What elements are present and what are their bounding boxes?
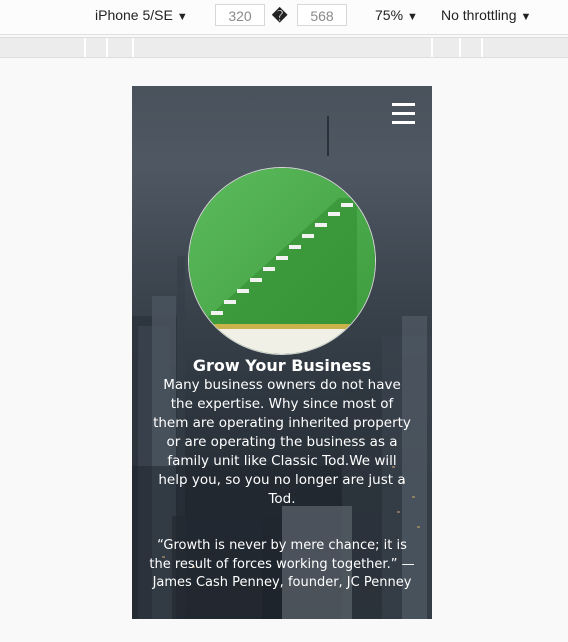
page-title: Grow Your Business bbox=[192, 356, 372, 375]
media-query-marker[interactable] bbox=[84, 38, 86, 57]
media-query-bar[interactable] bbox=[0, 37, 568, 58]
viewport-height-input[interactable]: 568 bbox=[297, 4, 347, 26]
media-query-marker[interactable] bbox=[459, 38, 461, 57]
zoom-selector[interactable]: 75% ▼ bbox=[375, 7, 418, 23]
dimension-separator: � bbox=[272, 8, 288, 25]
responsive-design-toolbar: iPhone 5/SE ▼ 320 � 568 75% ▼ No throttlin… bbox=[0, 0, 568, 35]
throttling-selector[interactable]: No throttling ▼ bbox=[441, 7, 531, 23]
device-selector[interactable]: iPhone 5/SE ▼ bbox=[95, 7, 188, 23]
zoom-value: 75% bbox=[375, 7, 404, 23]
media-query-marker[interactable] bbox=[481, 38, 483, 57]
media-query-marker[interactable] bbox=[132, 38, 134, 57]
viewport-width-input[interactable]: 320 bbox=[215, 4, 265, 26]
caret-down-icon: ▼ bbox=[407, 11, 418, 23]
media-query-marker[interactable] bbox=[431, 38, 433, 57]
green-staircase-image bbox=[188, 167, 376, 355]
hamburger-icon[interactable] bbox=[392, 103, 415, 125]
caret-down-icon: ▼ bbox=[520, 11, 532, 23]
device-viewport: Grow Your Business Many business owners … bbox=[132, 86, 432, 619]
device-name: iPhone 5/SE bbox=[95, 7, 173, 23]
quote-text: “Growth is never by mere chance; it is t… bbox=[149, 538, 415, 590]
caret-down-icon: ▼ bbox=[176, 11, 188, 23]
throttling-value: No throttling bbox=[441, 7, 517, 23]
media-query-marker[interactable] bbox=[106, 38, 108, 57]
description-text: Many business owners do not have the exp… bbox=[153, 377, 411, 507]
